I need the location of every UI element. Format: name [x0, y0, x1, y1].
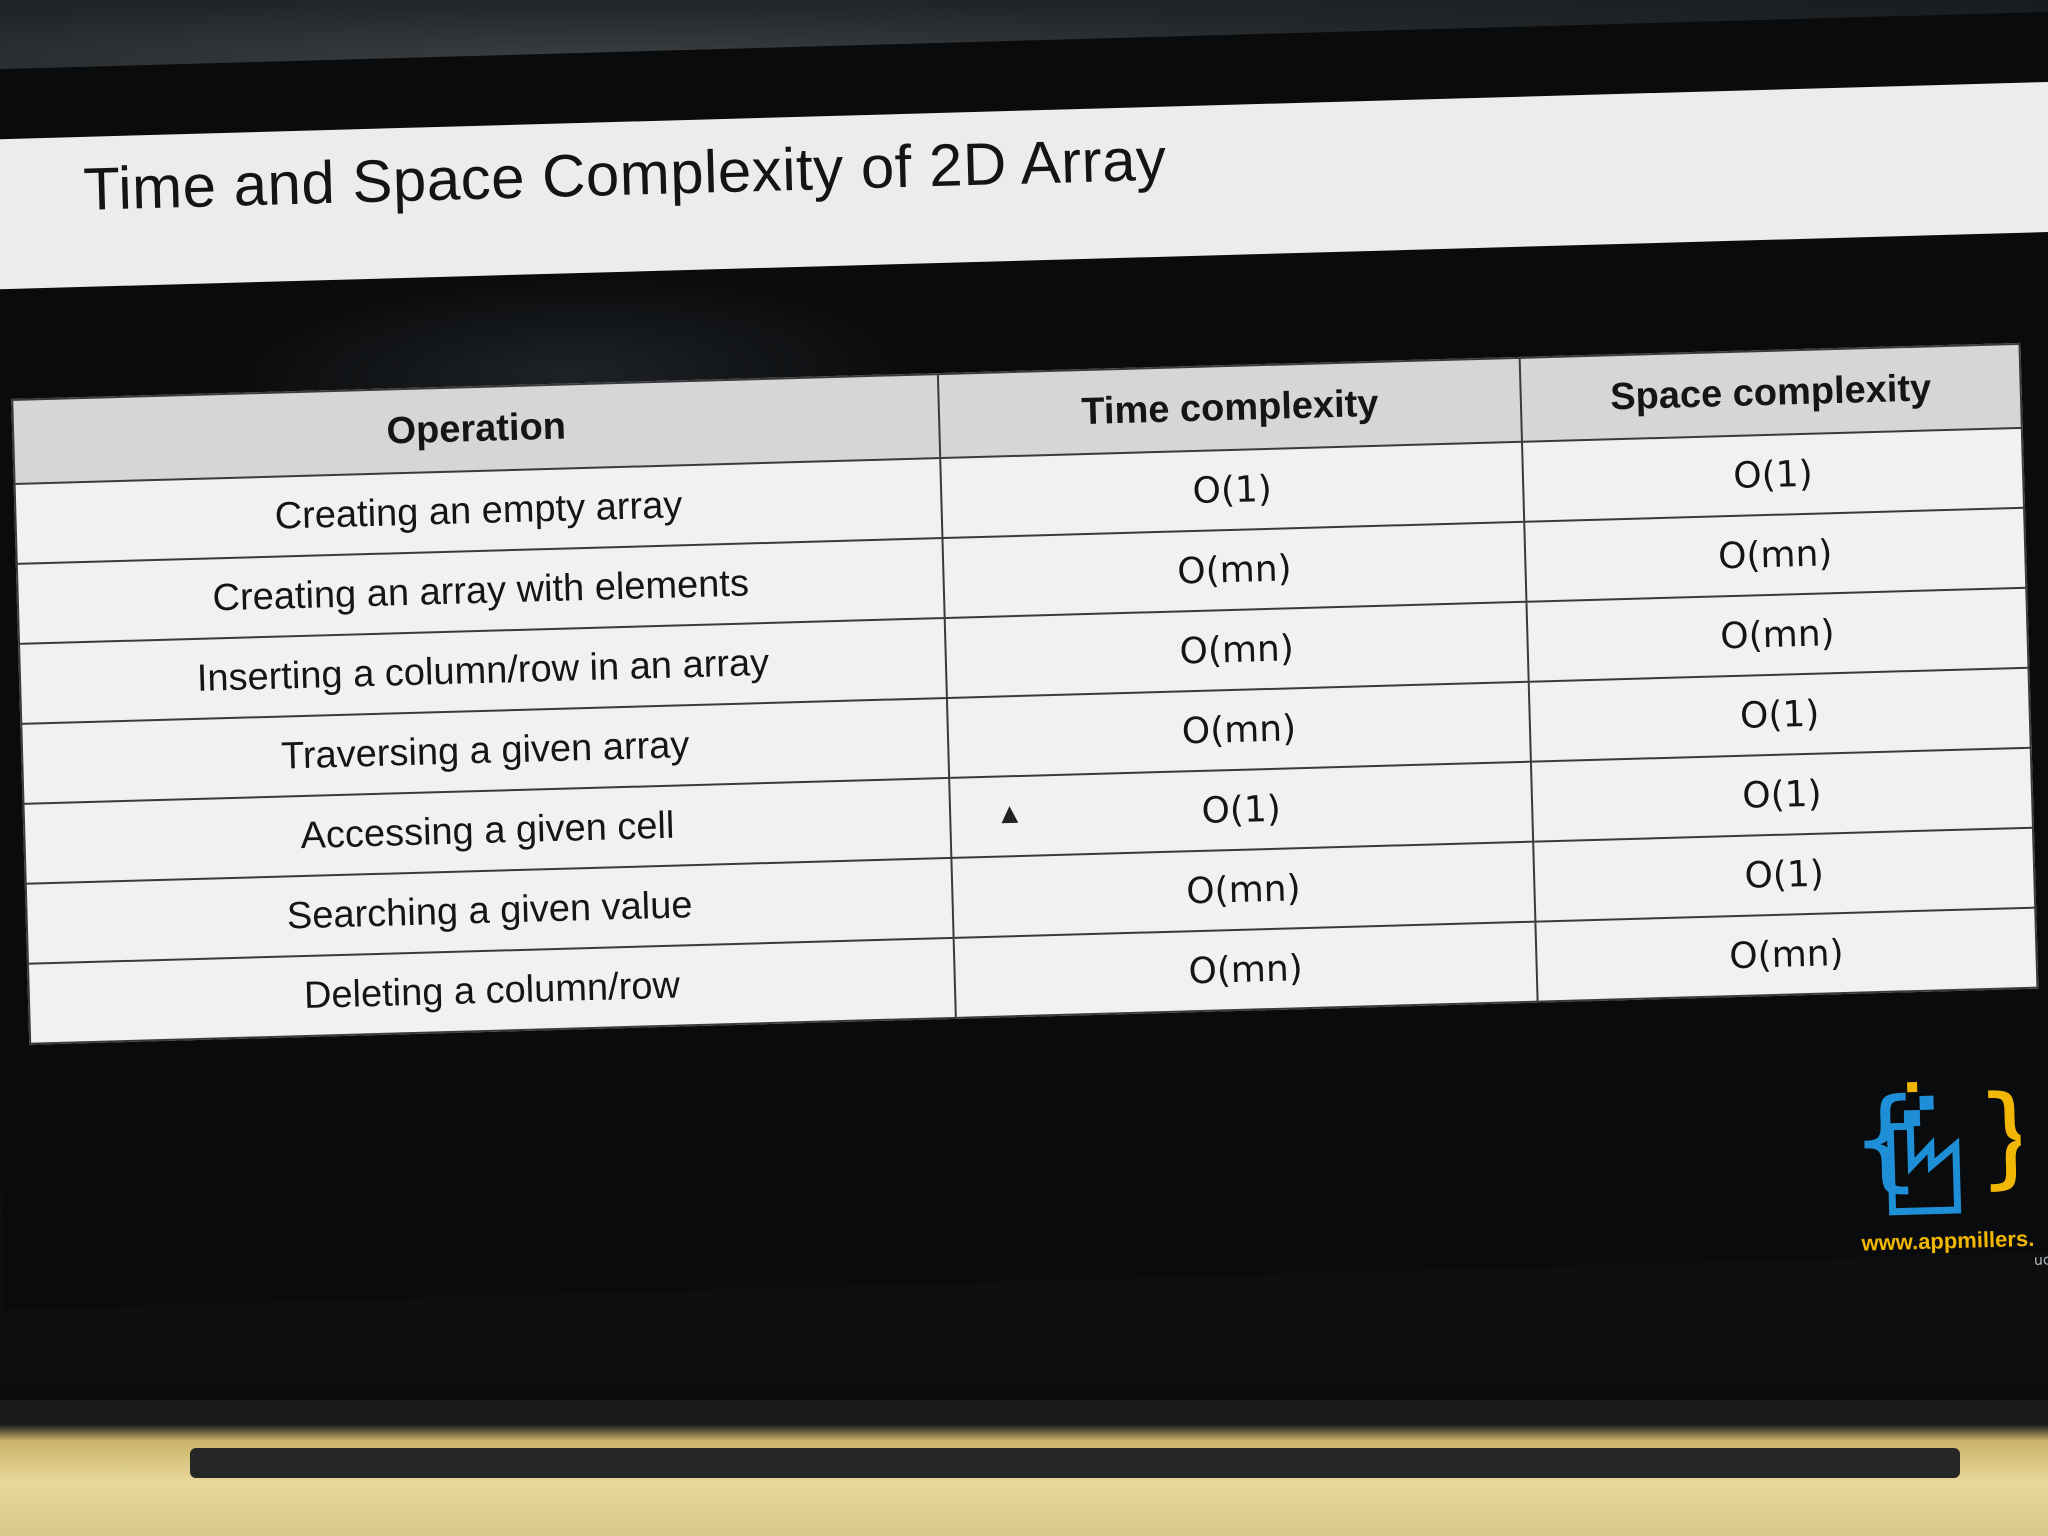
- space-cell: O(1): [1528, 667, 2031, 762]
- slide-screen: Time and Space Complexity of 2D Array Op…: [0, 10, 2048, 1310]
- space-cell: O(1): [1533, 827, 2036, 922]
- svg-text:}: }: [1974, 1073, 2023, 1200]
- brand-url: www.appmillers.: [1861, 1225, 2035, 1256]
- photo: Time and Space Complexity of 2D Array Op…: [0, 0, 2048, 1536]
- space-cell: O(mn): [1535, 907, 2038, 1002]
- space-cell: O(1): [1521, 427, 2025, 522]
- appmillers-logo-icon: { }: [1849, 1073, 2023, 1216]
- header-space-complexity: Space complexity: [1519, 343, 2022, 442]
- header-time-complexity: Time complexity: [937, 357, 1522, 459]
- laptop-hinge: [190, 1448, 1960, 1478]
- space-cell: O(mn): [1526, 587, 2029, 682]
- time-cell: O(mn): [953, 921, 1538, 1018]
- brand-url-suffix: uc: [2033, 1252, 2048, 1269]
- mouse-pointer-icon: ▲: [1000, 801, 1019, 827]
- space-cell: O(mn): [1524, 507, 2027, 602]
- complexity-table: Operation Time complexity Space complexi…: [11, 342, 2039, 1045]
- space-cell: O(1): [1530, 747, 2033, 842]
